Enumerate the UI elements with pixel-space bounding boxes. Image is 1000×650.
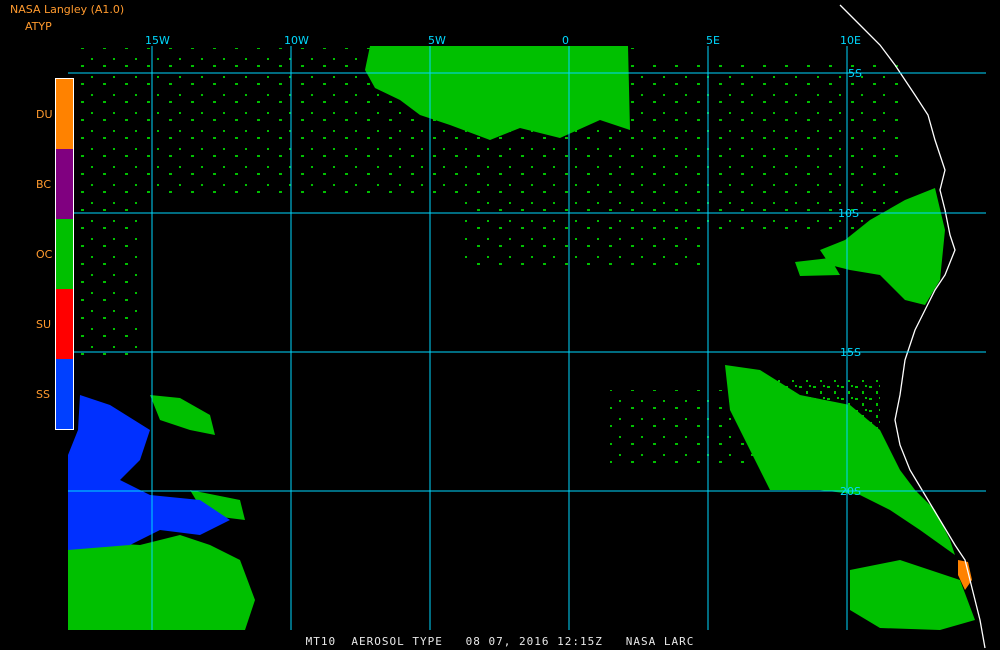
lon-label-15w: 15W (145, 34, 170, 47)
lon-label-10w: 10W (284, 34, 309, 47)
footer-caption: MT10 AEROSOL TYPE 08 07, 2016 12:15Z NAS… (305, 635, 695, 648)
lat-label-20s: 20S (840, 485, 861, 498)
legend-swatch-ss (56, 359, 73, 429)
legend-label-oc: OC (36, 248, 53, 261)
legend-label-ss: SS (36, 388, 50, 401)
lat-label-5s: 5S (848, 67, 862, 80)
aerosol-map: 15W 10W 5W 0 5E 10E 5S 10S 15S 20S (68, 4, 986, 649)
lon-label-5e: 5E (706, 34, 720, 47)
aerosol-type-legend (55, 78, 74, 430)
lat-label-10s: 10S (838, 207, 859, 220)
lat-label-15s: 15S (840, 346, 861, 359)
legend-label-bc: BC (36, 178, 52, 191)
legend-swatch-oc (56, 219, 73, 289)
legend-swatch-bc (56, 149, 73, 219)
lon-label-0: 0 (562, 34, 569, 47)
legend-label-su: SU (36, 318, 52, 331)
lon-label-5w: 5W (428, 34, 446, 47)
lon-label-10e: 10E (840, 34, 861, 47)
legend-swatch-du (56, 79, 73, 149)
legend-swatch-su (56, 289, 73, 359)
legend-label-du: DU (36, 108, 53, 121)
